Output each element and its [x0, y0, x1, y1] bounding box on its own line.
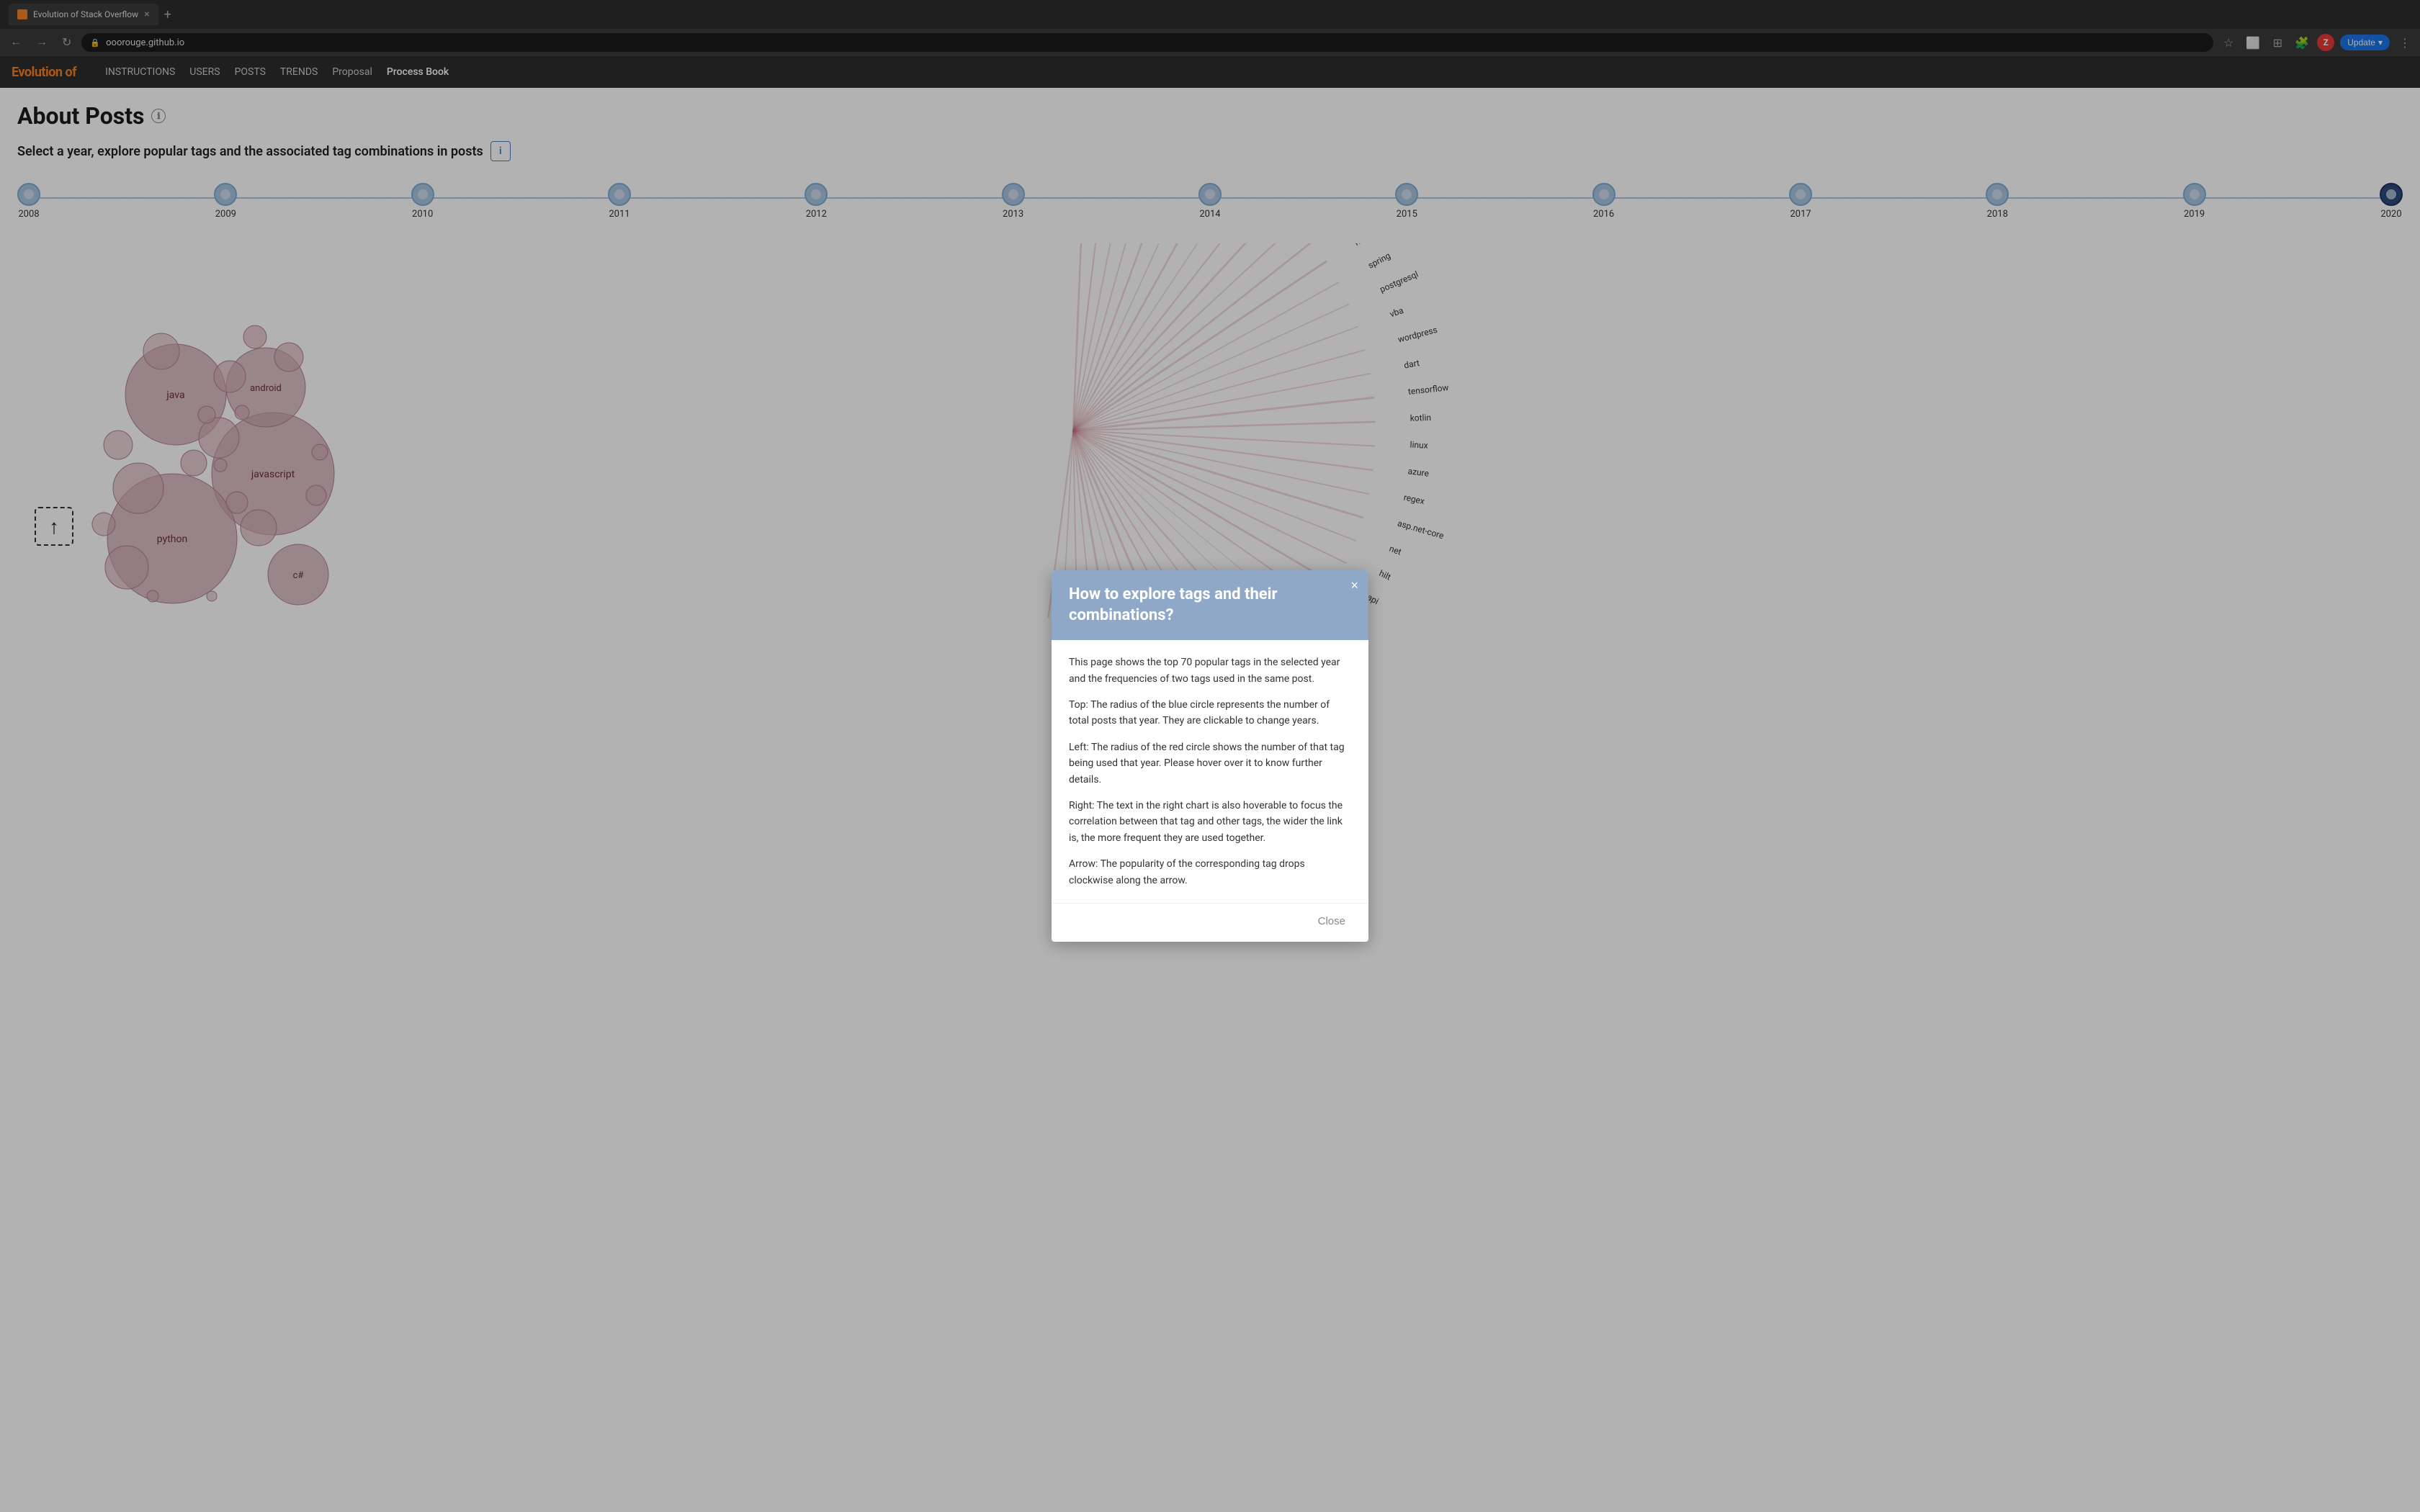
modal-close-btn[interactable]: Close: [1312, 912, 1351, 930]
modal-para-2: Top: The radius of the blue circle repre…: [1069, 697, 1351, 729]
modal-para-5: Arrow: The popularity of the correspondi…: [1069, 856, 1351, 888]
modal-para-3: Left: The radius of the red circle shows…: [1069, 739, 1351, 788]
modal-header: How to explore tags and their combinatio…: [1052, 570, 1368, 640]
modal-footer: Close: [1052, 903, 1368, 942]
modal-para-1: This page shows the top 70 popular tags …: [1069, 654, 1351, 687]
modal: How to explore tags and their combinatio…: [1052, 570, 1368, 942]
modal-title: How to explore tags and their combinatio…: [1069, 585, 1351, 626]
modal-close-x-btn[interactable]: ×: [1350, 579, 1358, 592]
modal-overlay[interactable]: How to explore tags and their combinatio…: [0, 0, 2420, 1512]
modal-para-4: Right: The text in the right chart is al…: [1069, 798, 1351, 846]
modal-body: This page shows the top 70 popular tags …: [1052, 640, 1368, 903]
